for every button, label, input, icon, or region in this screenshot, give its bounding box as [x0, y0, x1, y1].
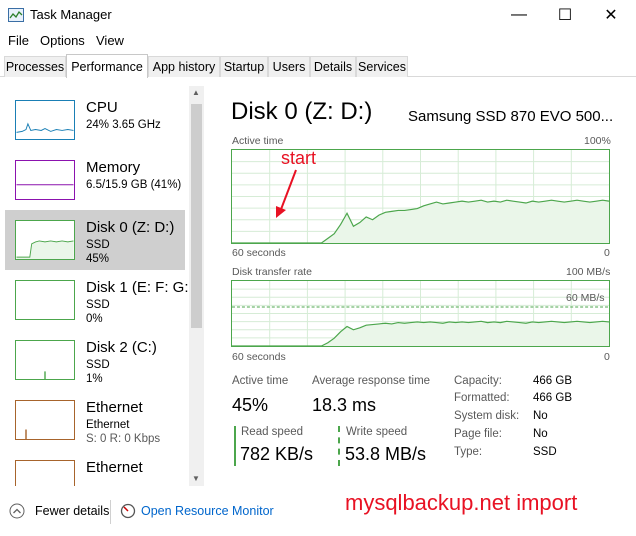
- prop-system-disk-value: No: [533, 410, 548, 422]
- sidebar-item-detail: S: 0 R: 0 Kbps: [86, 433, 161, 445]
- active-time-label: Active time: [232, 375, 289, 387]
- start-annotation: start: [281, 148, 317, 168]
- window-title: Task Manager: [30, 7, 112, 22]
- graph2-max: 100 MB/s: [566, 266, 611, 278]
- read-speed-value: 782 KB/s: [240, 444, 314, 464]
- disk1-thumbnail: [15, 280, 75, 320]
- title-bar: Task Manager — ☐ ✕: [0, 0, 636, 30]
- active-time-value: 45%: [232, 395, 269, 415]
- graph1-max: 100%: [584, 135, 611, 147]
- sidebar-item-ethernet-2[interactable]: Ethernet: [5, 450, 185, 486]
- sidebar-item-detail: 45%: [86, 253, 110, 265]
- graph2-zero: 0: [604, 351, 610, 363]
- fewer-details-button[interactable]: Fewer details: [35, 504, 109, 518]
- write-speed-value: 53.8 MB/s: [345, 444, 427, 464]
- write-speed-marker: [338, 426, 340, 466]
- tab-app-history[interactable]: App history: [148, 56, 220, 77]
- resource-monitor-icon: [120, 503, 136, 519]
- transfer-rate-graph: [231, 280, 610, 347]
- prop-type-value: SSD: [533, 446, 557, 458]
- graph1-zero: 0: [604, 247, 610, 259]
- sidebar-item-detail: 6.5/15.9 GB (41%): [86, 179, 182, 191]
- graph2-time: 60 seconds: [232, 351, 286, 363]
- sidebar-item-disk1[interactable]: Disk 1 (E: F: G: I SSD 0%: [5, 270, 197, 330]
- sidebar-item-disk2[interactable]: Disk 2 (C:) SSD 1%: [5, 330, 185, 390]
- close-button[interactable]: ✕: [588, 0, 634, 30]
- tab-startup[interactable]: Startup: [220, 56, 268, 77]
- sidebar-item-label: CPU: [86, 99, 118, 116]
- sidebar-item-label: Disk 1 (E: F: G: I: [86, 279, 197, 296]
- prop-system-disk-key: System disk:: [454, 410, 520, 422]
- sidebar-item-type: SSD: [86, 239, 110, 251]
- prop-capacity-key: Capacity:: [454, 375, 502, 387]
- prop-type-key: Type:: [454, 446, 483, 458]
- watermark-text: mysqlbackup.net import: [345, 490, 578, 515]
- avg-response-label: Average response time: [312, 375, 431, 387]
- maximize-button[interactable]: ☐: [542, 0, 588, 30]
- sidebar-scrollbar-thumb[interactable]: [191, 104, 202, 328]
- read-speed-marker: [234, 426, 236, 466]
- scroll-up-arrow[interactable]: ▲: [192, 88, 200, 97]
- write-speed-label: Write speed: [346, 426, 408, 438]
- sidebar-item-label: Ethernet: [86, 459, 143, 476]
- disk0-thumbnail: [15, 220, 75, 260]
- sidebar-item-detail: 1%: [86, 373, 103, 385]
- prop-page-file-value: No: [533, 428, 548, 440]
- prop-page-file-key: Page file:: [454, 428, 502, 440]
- sidebar-item-ethernet[interactable]: Ethernet Ethernet S: 0 R: 0 Kbps: [5, 390, 185, 450]
- sidebar-item-label: Disk 2 (C:): [86, 339, 157, 356]
- sidebar-item-cpu[interactable]: CPU 24% 3.65 GHz: [5, 90, 185, 150]
- ethernet2-thumbnail: [15, 460, 75, 486]
- page-title: Disk 0 (Z: D:): [231, 98, 373, 125]
- prop-formatted-value: 466 GB: [533, 392, 572, 404]
- tab-users[interactable]: Users: [268, 56, 310, 77]
- memory-thumbnail: [15, 160, 75, 200]
- avg-response-value: 18.3 ms: [312, 395, 377, 415]
- graph2-ref: 60 MB/s: [566, 292, 605, 304]
- menu-options[interactable]: Options: [40, 33, 85, 48]
- graph1-label: Active time: [232, 135, 284, 147]
- sidebar-item-label: Memory: [86, 159, 141, 176]
- read-speed-label: Read speed: [241, 426, 304, 438]
- sidebar-item-type: SSD: [86, 299, 110, 311]
- ethernet-thumbnail: [15, 400, 75, 440]
- open-resource-monitor-link[interactable]: Open Resource Monitor: [141, 504, 274, 518]
- prop-formatted-key: Formatted:: [454, 392, 510, 404]
- sidebar-item-type: SSD: [86, 359, 110, 371]
- scroll-down-arrow[interactable]: ▼: [192, 474, 200, 483]
- resource-sidebar: CPU 24% 3.65 GHz Memory 6.5/15.9 GB (41%…: [0, 86, 204, 486]
- tab-strip: Processes Performance App history Startu…: [0, 54, 636, 78]
- sidebar-item-label: Ethernet: [86, 399, 143, 416]
- prop-capacity-value: 466 GB: [533, 375, 572, 387]
- graph-area: [232, 321, 609, 346]
- disk-model: Samsung SSD 870 EVO 500...: [408, 108, 614, 125]
- arrow-annotation-icon: [276, 169, 297, 218]
- menu-bar: File Options View: [0, 30, 636, 52]
- sidebar-item-detail: 24% 3.65 GHz: [86, 119, 161, 131]
- graph1-time: 60 seconds: [232, 247, 286, 259]
- menu-file[interactable]: File: [8, 33, 29, 48]
- tab-processes[interactable]: Processes: [4, 56, 66, 77]
- chevron-up-icon[interactable]: [9, 503, 25, 519]
- tab-services[interactable]: Services: [356, 56, 408, 77]
- divider: [110, 500, 111, 524]
- minimize-button[interactable]: —: [496, 0, 542, 30]
- sidebar-item-detail: 0%: [86, 313, 103, 325]
- sidebar-item-disk0[interactable]: Disk 0 (Z: D:) SSD 45%: [5, 210, 185, 270]
- tab-performance[interactable]: Performance: [66, 54, 148, 78]
- graph2-label: Disk transfer rate: [232, 266, 312, 278]
- task-manager-icon: [8, 8, 24, 22]
- tab-details[interactable]: Details: [310, 56, 356, 77]
- sidebar-item-type: Ethernet: [86, 419, 130, 431]
- sidebar-item-memory[interactable]: Memory 6.5/15.9 GB (41%): [5, 150, 185, 210]
- cpu-thumbnail: [15, 100, 75, 140]
- bottom-bar: Fewer details Open Resource Monitor mysq…: [0, 490, 636, 536]
- sidebar-item-label: Disk 0 (Z: D:): [86, 219, 175, 236]
- menu-view[interactable]: View: [96, 33, 124, 48]
- disk2-thumbnail: [15, 340, 75, 380]
